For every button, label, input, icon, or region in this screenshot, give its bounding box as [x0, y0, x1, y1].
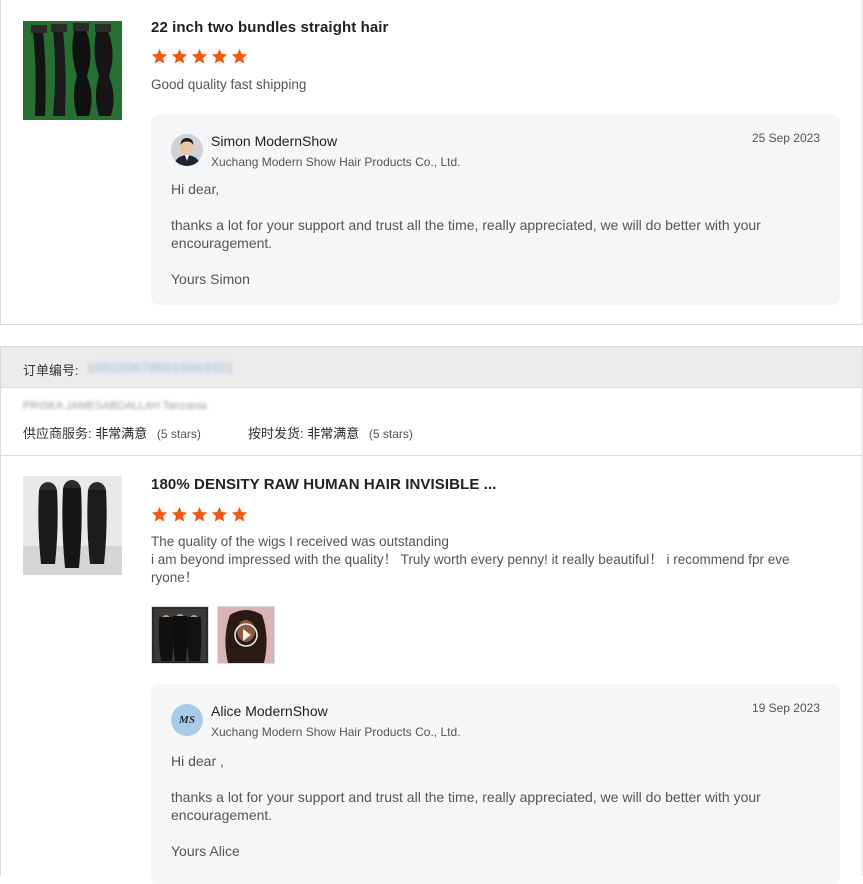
- review-video[interactable]: [217, 606, 275, 664]
- supplier-service-value: 非常满意: [95, 426, 148, 441]
- star-icon: [231, 48, 248, 64]
- replier-company: Xuchang Modern Show Hair Products Co., L…: [211, 155, 461, 169]
- reply-greeting: Hi dear,: [171, 181, 220, 197]
- product-thumbnail[interactable]: [23, 21, 122, 120]
- reply-date: 25 Sep 2023: [751, 131, 820, 145]
- replier-name: Alice ModernShow: [211, 703, 328, 719]
- supplier-service-rating: 供应商服务: 非常满意 (5 stars): [23, 423, 201, 442]
- supplier-service-stars: (5 stars): [156, 427, 201, 441]
- star-icon: [151, 506, 168, 522]
- product-thumbnail[interactable]: [23, 476, 122, 575]
- product-title[interactable]: 22 inch two bundles straight hair: [151, 19, 389, 36]
- star-icon: [211, 506, 228, 522]
- avatar: MS: [171, 704, 203, 736]
- reply-body: thanks a lot for your support and trust …: [171, 217, 761, 251]
- supplier-reply: MS Alice ModernShow Xuchang Modern Show …: [151, 684, 840, 884]
- comment-line: ryone！: [151, 570, 199, 585]
- supplier-reply: Simon ModernShow Xuchang Modern Show Hai…: [151, 114, 840, 305]
- star-icon: [171, 506, 188, 522]
- ontime-value: 非常满意: [307, 426, 360, 441]
- review-card: 180% DENSITY RAW HUMAN HAIR INVISIBLE ..…: [0, 455, 863, 884]
- star-icon: [231, 506, 248, 522]
- reply-greeting: Hi dear ,: [171, 753, 224, 769]
- ontime-stars: (5 stars): [368, 427, 413, 441]
- avatar: [171, 134, 203, 166]
- review-comment: Good quality fast shipping: [151, 76, 811, 94]
- order-header: 订单编号: 1652206795015063321: [0, 346, 863, 388]
- buyer-name: PRISKA JAMESABDALLAH Tanzania: [23, 400, 207, 412]
- review-comment: The quality of the wigs I received was o…: [151, 533, 811, 587]
- avatar-text: MS: [179, 714, 195, 726]
- product-title[interactable]: 180% DENSITY RAW HUMAN HAIR INVISIBLE ..…: [151, 476, 497, 493]
- order-number[interactable]: 1652206795015063321: [87, 360, 234, 375]
- order-info: PRISKA JAMESABDALLAH Tanzania 供应商服务: 非常满…: [0, 387, 863, 455]
- rating-stars: [151, 48, 248, 65]
- order-number-label: 订单编号:: [23, 363, 79, 378]
- reply-date: 19 Sep 2023: [751, 701, 820, 715]
- star-icon: [191, 506, 208, 522]
- reply-signoff: Yours Simon: [171, 271, 250, 287]
- reply-body: thanks a lot for your support and trust …: [171, 789, 761, 823]
- replier-name: Simon ModernShow: [211, 133, 338, 149]
- star-icon: [211, 48, 228, 64]
- star-icon: [191, 48, 208, 64]
- reply-signoff: Yours Alice: [171, 843, 240, 859]
- review-photo[interactable]: [151, 606, 209, 664]
- rating-stars: [151, 506, 248, 523]
- ontime-label: 按时发货:: [248, 426, 304, 441]
- comment-line: The quality of the wigs I received was o…: [151, 534, 449, 549]
- replier-company: Xuchang Modern Show Hair Products Co., L…: [211, 725, 461, 739]
- star-icon: [151, 48, 168, 64]
- ontime-delivery-rating: 按时发货: 非常满意 (5 stars): [248, 423, 413, 442]
- review-card: 22 inch two bundles straight hair Good q…: [0, 0, 863, 325]
- comment-line: i am beyond impressed with the quality！ …: [151, 552, 790, 567]
- supplier-service-label: 供应商服务:: [23, 426, 92, 441]
- comment-line: Good quality fast shipping: [151, 77, 307, 92]
- star-icon: [171, 48, 188, 64]
